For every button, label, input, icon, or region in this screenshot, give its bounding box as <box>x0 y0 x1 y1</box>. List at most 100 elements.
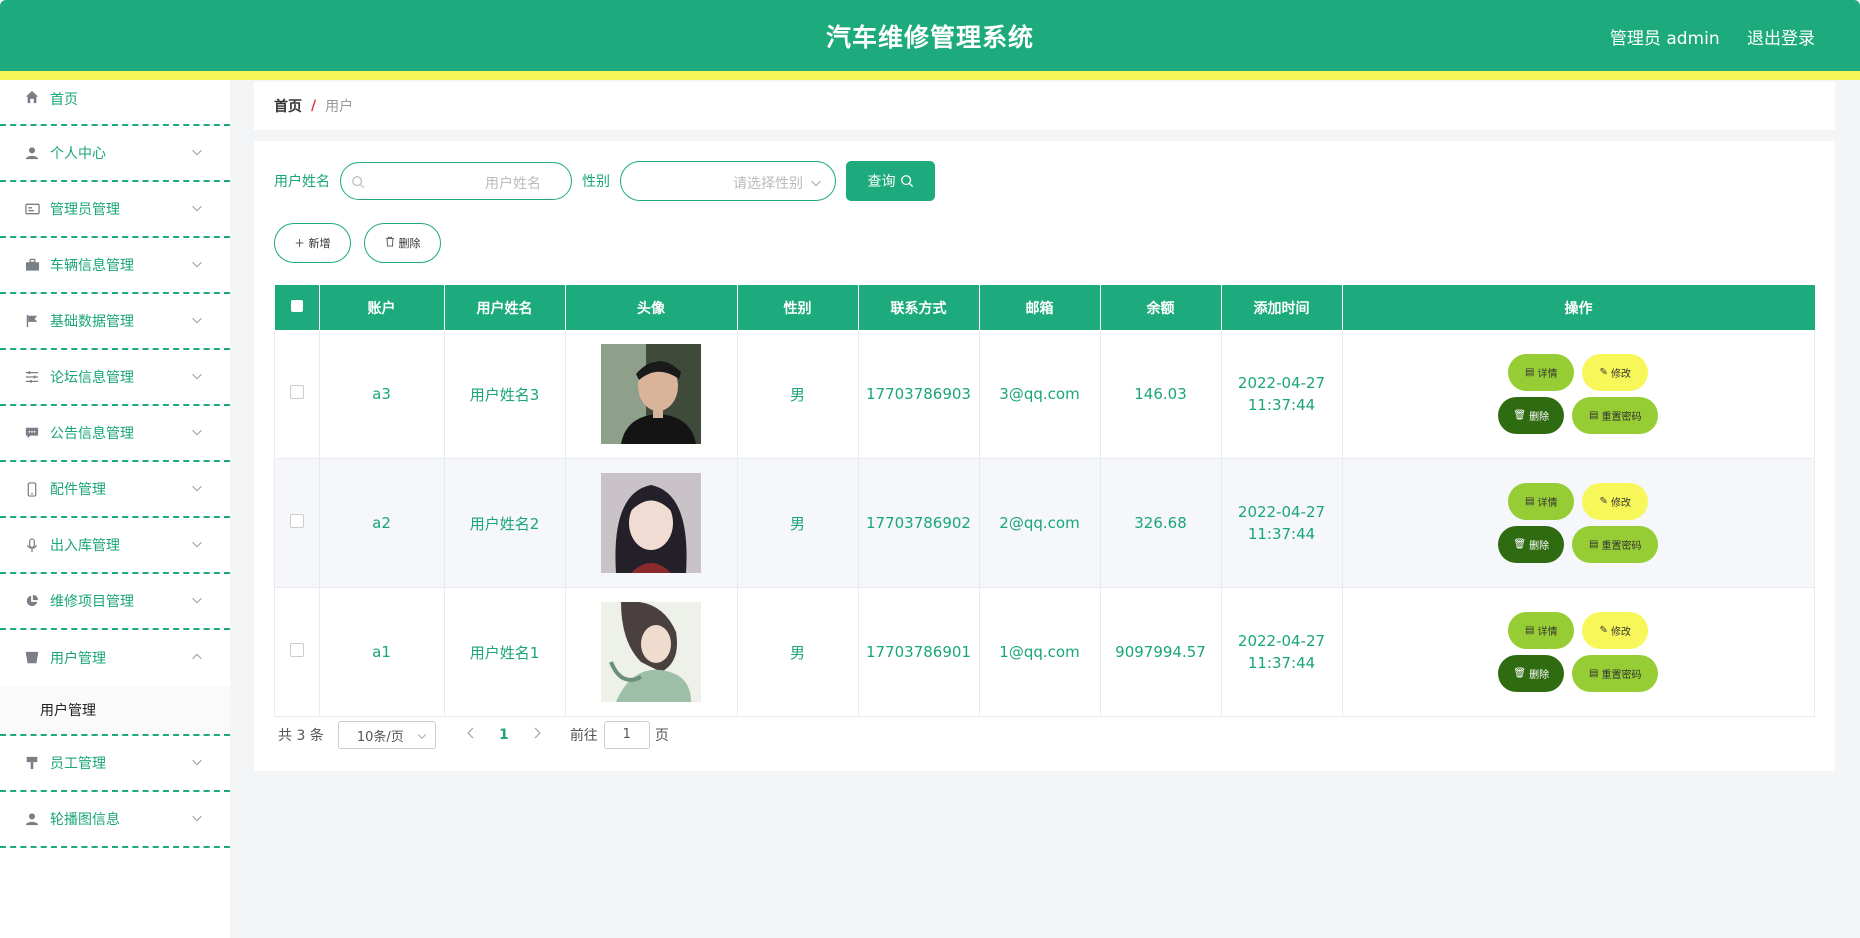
delete-label: 删除 <box>1529 670 1550 681</box>
column-header[interactable]: 账户 <box>319 285 445 330</box>
next-page-button[interactable] <box>522 727 552 743</box>
sidebar-item-basic-data[interactable]: 基础数据管理 <box>0 294 230 350</box>
delete-button[interactable]: 🗑 删除 <box>1498 526 1565 563</box>
detail-button[interactable]: ▤ 详情 <box>1508 483 1575 520</box>
batch-delete-button[interactable]: 删除 <box>364 223 441 263</box>
avatar <box>601 344 701 444</box>
sidebar-item-parts[interactable]: 配件管理 <box>0 462 230 518</box>
breadcrumb-home-link[interactable]: 首页 <box>274 96 302 116</box>
query-button[interactable]: 查询 <box>846 161 935 201</box>
sidebar-item-label: 维修项目管理 <box>50 594 134 610</box>
mic-icon <box>24 537 40 553</box>
trash-icon: 🗑 <box>1513 410 1527 421</box>
current-page[interactable]: 1 <box>486 727 522 743</box>
sidebar-item-admin[interactable]: 管理员管理 <box>0 182 230 238</box>
action-bar: + 新增 删除 <box>274 223 454 263</box>
sidebar-item-vehicle[interactable]: 车辆信息管理 <box>0 238 230 294</box>
sidebar-item-label: 员工管理 <box>50 756 106 772</box>
ops-cell: ▤ 详情 ✎ 修改 🗑 删除 ▤ 重置密码 <box>1342 458 1815 588</box>
delete-label: 删除 <box>1529 541 1550 552</box>
avatar-cell <box>565 330 738 459</box>
sidebar-item-staff[interactable]: 员工管理 <box>0 736 230 792</box>
account-cell: a2 <box>319 458 445 588</box>
total-count: 共 3 条 <box>278 728 324 744</box>
chevron-down-icon <box>190 201 206 217</box>
delete-button[interactable]: 🗑 删除 <box>1498 397 1565 434</box>
row-actions: ▤ 详情 ✎ 修改 🗑 删除 ▤ 重置密码 <box>1471 609 1686 695</box>
column-header[interactable]: 余额 <box>1100 285 1222 330</box>
breadcrumb-current: 用户 <box>325 99 354 115</box>
column-header[interactable]: 头像 <box>565 285 738 330</box>
gender-select[interactable]: 请选择性别 <box>620 161 836 201</box>
query-button-label: 查询 <box>867 174 896 190</box>
detail-label: 详情 <box>1537 498 1558 509</box>
reset-password-button[interactable]: ▤ 重置密码 <box>1572 655 1659 692</box>
name-cell: 用户姓名2 <box>444 458 566 588</box>
reset-password-button[interactable]: ▤ 重置密码 <box>1572 526 1659 563</box>
row-checkbox[interactable] <box>289 643 304 657</box>
chevron-left-icon <box>466 727 474 739</box>
sidebar-item-home[interactable]: 首页 <box>0 80 230 126</box>
column-header[interactable]: 邮箱 <box>979 285 1101 330</box>
delete-button[interactable]: 🗑 删除 <box>1498 655 1565 692</box>
logout-button[interactable]: 退出登录 <box>1747 29 1815 49</box>
sidebar-item-inventory[interactable]: 出入库管理 <box>0 518 230 574</box>
name-search-input[interactable]: 用户姓名 <box>340 162 572 200</box>
table-row: a1 用户姓名1 男 17703786901 1@qq.com 9097994.… <box>274 587 1815 717</box>
brush-icon <box>24 755 40 771</box>
sidebar-item-label: 管理员管理 <box>50 202 120 218</box>
column-header[interactable]: 联系方式 <box>858 285 980 330</box>
sidebar-item-label: 用户管理 <box>50 651 106 667</box>
chevron-down-icon <box>190 257 206 273</box>
edit-button[interactable]: ✎ 修改 <box>1582 483 1649 520</box>
reset-password-button[interactable]: ▤ 重置密码 <box>1572 397 1659 434</box>
select-all-checkbox[interactable] <box>290 299 303 312</box>
page-size-select[interactable]: 10条/页 <box>337 721 436 749</box>
edit-label: 修改 <box>1610 627 1631 638</box>
sidebar-item-notice[interactable]: 公告信息管理 <box>0 406 230 462</box>
sidebar-item-forum[interactable]: 论坛信息管理 <box>0 350 230 406</box>
user-icon <box>24 811 40 827</box>
column-header[interactable]: 添加时间 <box>1221 285 1343 330</box>
name-cell: 用户姓名3 <box>444 330 566 459</box>
sidebar-item-carousel[interactable]: 轮播图信息 <box>0 792 230 848</box>
goto-page-input[interactable]: 1 <box>603 721 650 749</box>
detail-button[interactable]: ▤ 详情 <box>1508 612 1575 649</box>
search-icon <box>900 175 913 188</box>
box-icon <box>24 650 40 666</box>
flag-icon <box>24 313 40 329</box>
table-row: a2 用户姓名2 男 17703786902 2@qq.com 326.68 2… <box>274 458 1815 588</box>
home-icon <box>24 89 40 105</box>
chevron-down-icon <box>190 755 206 771</box>
sidebar-item-user[interactable]: 用户管理 <box>0 630 230 686</box>
row-checkbox[interactable] <box>289 514 304 528</box>
doc-icon: ▤ <box>1525 625 1535 636</box>
doc-icon: ▤ <box>1525 367 1535 378</box>
gender-cell: 男 <box>737 587 859 717</box>
sidebar-item-label: 轮播图信息 <box>50 812 120 828</box>
time-text: 2022-04-27 11:37:44 <box>1237 503 1326 543</box>
pencil-icon: ✎ <box>1599 625 1608 636</box>
column-header[interactable]: 性别 <box>737 285 859 330</box>
main-content-card: 用户姓名 用户姓名 性别 请选择性别 查询 + 新增 删除 账户 用户姓名 头像… <box>254 141 1835 771</box>
sidebar-item-personal-center[interactable]: 个人中心 <box>0 126 230 182</box>
chevron-down-icon <box>190 313 206 329</box>
header-accent-stripe <box>0 71 1860 80</box>
pencil-icon: ✎ <box>1599 496 1608 507</box>
detail-button[interactable]: ▤ 详情 <box>1508 354 1575 391</box>
doc-icon: ▤ <box>1589 410 1599 421</box>
row-checkbox[interactable] <box>289 385 304 399</box>
column-header[interactable]: 用户姓名 <box>444 285 566 330</box>
prev-page-button[interactable] <box>456 727 486 743</box>
detail-label: 详情 <box>1537 369 1558 380</box>
pencil-icon: ✎ <box>1599 367 1608 378</box>
edit-button[interactable]: ✎ 修改 <box>1582 612 1649 649</box>
balance-cell: 326.68 <box>1100 458 1222 588</box>
briefcase-icon <box>24 257 40 273</box>
detail-label: 详情 <box>1537 627 1558 638</box>
submenu-item-user-management[interactable]: 用户管理 <box>0 686 230 736</box>
edit-button[interactable]: ✎ 修改 <box>1582 354 1649 391</box>
phone-cell: 17703786902 <box>858 458 980 588</box>
add-button[interactable]: + 新增 <box>274 223 351 263</box>
sidebar-item-repair-project[interactable]: 维修项目管理 <box>0 574 230 630</box>
